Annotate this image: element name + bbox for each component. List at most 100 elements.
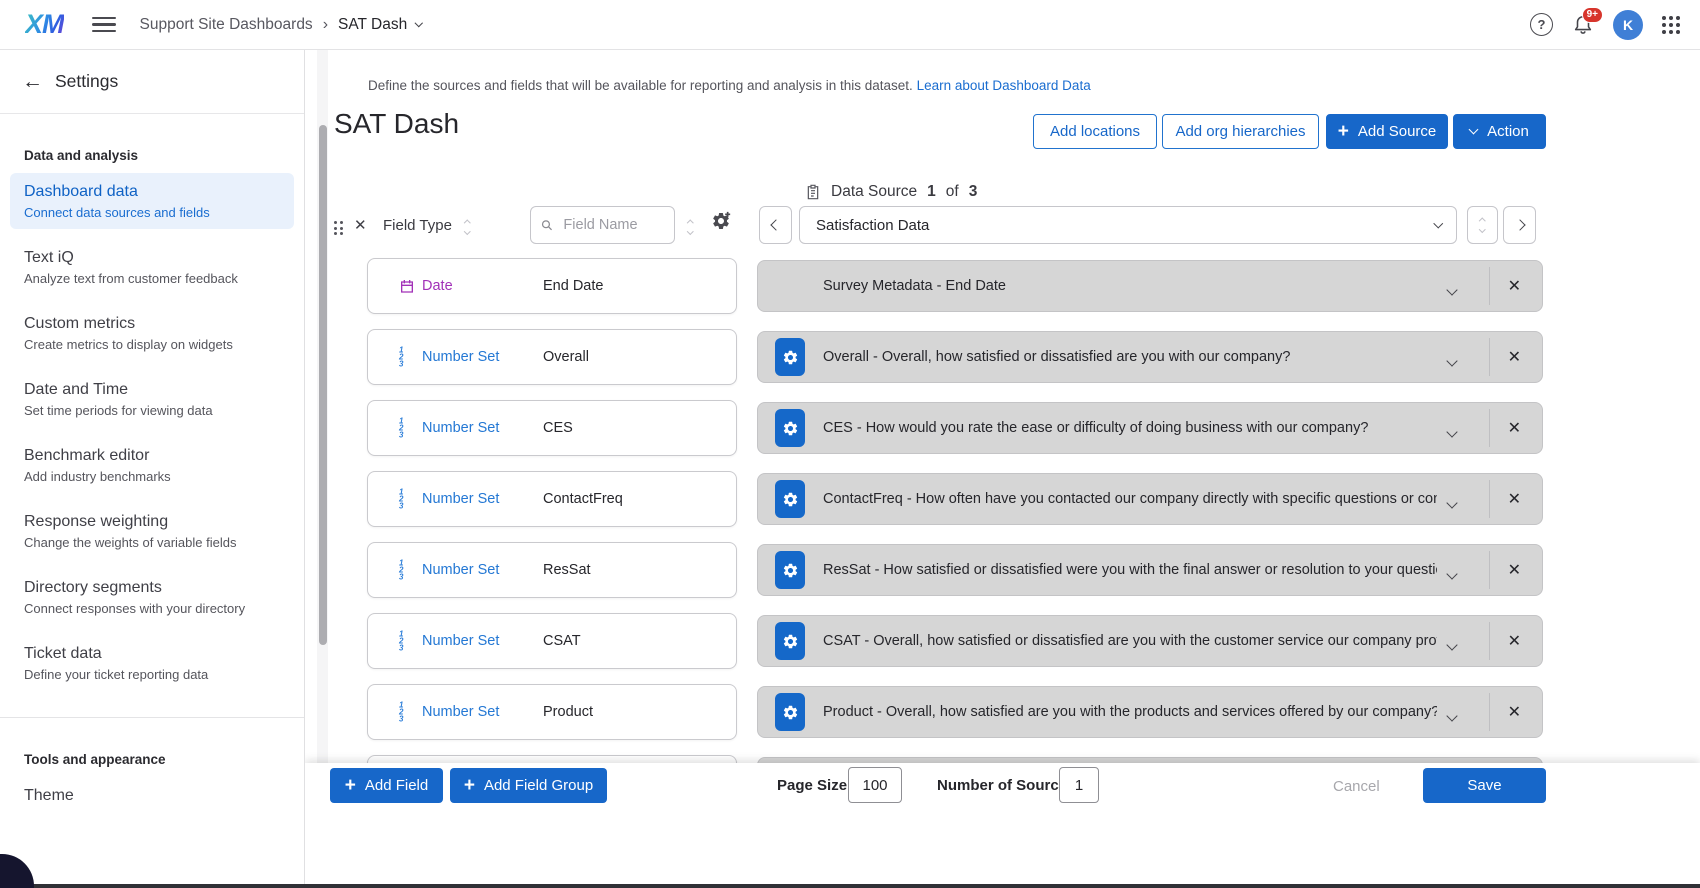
sidebar-item-benchmark-editor[interactable]: Benchmark editor Add industry benchmarks bbox=[10, 437, 294, 493]
field-type-label: Number Set bbox=[422, 562, 499, 578]
mapping-row[interactable]: CSAT - Overall, how satisfied or dissati… bbox=[757, 615, 1543, 667]
sidebar-item-title: Response weighting bbox=[24, 512, 280, 531]
search-input[interactable] bbox=[561, 216, 664, 234]
menu-icon[interactable] bbox=[92, 17, 116, 33]
mapping-label: CSAT - Overall, how satisfied or dissati… bbox=[823, 633, 1437, 649]
sidebar-item-ticket-data[interactable]: Ticket data Define your ticket reporting… bbox=[10, 635, 294, 691]
sidebar-item-dashboard-data[interactable]: Dashboard data Connect data sources and … bbox=[10, 173, 294, 229]
page-size-input[interactable] bbox=[848, 767, 902, 803]
remove-mapping-button[interactable]: ✕ bbox=[1502, 559, 1527, 581]
sort-field-name-icon[interactable] bbox=[688, 221, 693, 233]
field-card[interactable]: Number Set ContactFreq bbox=[367, 471, 737, 527]
chevron-down-icon[interactable] bbox=[1448, 636, 1456, 654]
add-field-group-label: Add Field Group bbox=[484, 777, 593, 794]
chevron-down-icon[interactable] bbox=[1448, 352, 1456, 370]
number-set-icon bbox=[399, 702, 403, 723]
chevron-right-icon bbox=[1514, 219, 1525, 230]
mapping-row[interactable]: Survey Metadata - End Date ✕ bbox=[757, 260, 1543, 312]
mapping-settings-button[interactable] bbox=[775, 409, 805, 447]
mapping-settings-button[interactable] bbox=[775, 693, 805, 731]
data-source-of: of bbox=[946, 183, 959, 201]
page-title: SAT Dash bbox=[334, 108, 459, 140]
number-set-icon bbox=[399, 631, 403, 652]
chevron-down-icon[interactable] bbox=[1448, 423, 1456, 441]
chevron-down-icon[interactable] bbox=[1448, 565, 1456, 583]
field-card[interactable]: Date End Date bbox=[367, 258, 737, 314]
remove-mapping-button[interactable]: ✕ bbox=[1502, 630, 1527, 652]
number-set-icon bbox=[399, 489, 403, 510]
mapping-row[interactable]: ContactFreq - How often have you contact… bbox=[757, 473, 1543, 525]
sidebar-item-subtitle: Connect responses with your directory bbox=[24, 601, 280, 616]
footer-bar: + Add Field + Add Field Group Page Size:… bbox=[305, 763, 1700, 888]
sidebar-item-date-and-time[interactable]: Date and Time Set time periods for viewi… bbox=[10, 371, 294, 427]
sidebar-item-title: Custom metrics bbox=[24, 314, 280, 333]
breadcrumb-parent[interactable]: Support Site Dashboards bbox=[140, 16, 313, 34]
field-card[interactable]: Number Set CSAT bbox=[367, 613, 737, 669]
breadcrumb-current[interactable]: SAT Dash bbox=[338, 16, 422, 34]
sidebar-item-title: Date and Time bbox=[24, 380, 280, 399]
avatar[interactable]: K bbox=[1613, 10, 1643, 40]
mapping-settings-button[interactable] bbox=[775, 480, 805, 518]
notifications-button[interactable]: 9+ bbox=[1572, 14, 1594, 36]
mapping-label: CES - How would you rate the ease or dif… bbox=[823, 420, 1437, 436]
field-card[interactable]: Number Set Overall bbox=[367, 329, 737, 385]
remove-mapping-button[interactable]: ✕ bbox=[1502, 275, 1527, 297]
learn-link[interactable]: Learn about Dashboard Data bbox=[917, 78, 1091, 93]
sidebar-item-title: Dashboard data bbox=[24, 182, 280, 201]
sidebar-item-subtitle: Define your ticket reporting data bbox=[24, 667, 280, 682]
mapping-row[interactable]: Overall - Overall, how satisfied or diss… bbox=[757, 331, 1543, 383]
data-source-select[interactable]: Satisfaction Data bbox=[799, 206, 1457, 244]
sidebar-item-directory-segments[interactable]: Directory segments Connect responses wit… bbox=[10, 569, 294, 625]
sidebar-item-custom-metrics[interactable]: Custom metrics Create metrics to display… bbox=[10, 305, 294, 361]
remove-mapping-button[interactable]: ✕ bbox=[1502, 346, 1527, 368]
save-button[interactable]: Save bbox=[1423, 768, 1546, 803]
sidebar-item-text-iq[interactable]: Text iQ Analyze text from customer feedb… bbox=[10, 239, 294, 295]
mapping-settings-button[interactable] bbox=[775, 622, 805, 660]
prev-source-button[interactable] bbox=[759, 206, 792, 244]
back-arrow-icon[interactable]: ← bbox=[22, 71, 43, 92]
add-field-group-button[interactable]: + Add Field Group bbox=[450, 768, 607, 803]
add-field-button[interactable]: + Add Field bbox=[330, 768, 443, 803]
field-card[interactable]: Number Set ResSat bbox=[367, 542, 737, 598]
reorder-source-button[interactable] bbox=[1467, 206, 1498, 244]
mapping-row[interactable]: CES - How would you rate the ease or dif… bbox=[757, 402, 1543, 454]
help-icon[interactable]: ? bbox=[1530, 13, 1553, 36]
remove-mapping-button[interactable]: ✕ bbox=[1502, 701, 1527, 723]
next-source-button[interactable] bbox=[1503, 206, 1536, 244]
cancel-button[interactable]: Cancel bbox=[1327, 777, 1386, 796]
divider bbox=[1489, 622, 1490, 660]
chevron-down-icon[interactable] bbox=[1448, 494, 1456, 512]
sidebar-item-theme[interactable]: Theme bbox=[10, 777, 294, 814]
clipboard-icon bbox=[805, 184, 821, 200]
mapping-row[interactable]: Product - Overall, how satisfied are you… bbox=[757, 686, 1543, 738]
remove-mapping-button[interactable]: ✕ bbox=[1502, 417, 1527, 439]
mapping-settings-button[interactable] bbox=[775, 551, 805, 589]
sort-field-type-icon[interactable] bbox=[465, 221, 470, 233]
list-settings-gear-icon[interactable] bbox=[711, 211, 731, 236]
gear-icon bbox=[782, 633, 799, 650]
chevron-down-icon[interactable] bbox=[1448, 707, 1456, 725]
chevron-down-icon[interactable] bbox=[1448, 281, 1456, 299]
number-of-sources-input[interactable] bbox=[1059, 767, 1099, 803]
add-locations-button[interactable]: Add locations bbox=[1033, 114, 1157, 149]
field-card[interactable]: Number Set Product bbox=[367, 684, 737, 740]
mapping-settings-button[interactable] bbox=[775, 338, 805, 376]
field-card[interactable]: Number Set CES bbox=[367, 400, 737, 456]
main-content: Define the sources and fields that will … bbox=[305, 50, 1700, 888]
settings-sidebar: ← Settings Data and analysis Dashboard d… bbox=[0, 50, 305, 888]
drag-handle-icon[interactable] bbox=[334, 221, 343, 235]
notification-badge: 9+ bbox=[1582, 7, 1603, 23]
action-button[interactable]: Action bbox=[1453, 114, 1546, 149]
close-icon[interactable]: ✕ bbox=[354, 216, 367, 234]
apps-grid-icon[interactable] bbox=[1662, 16, 1680, 34]
sidebar-item-response-weighting[interactable]: Response weighting Change the weights of… bbox=[10, 503, 294, 559]
mapping-label: Overall - Overall, how satisfied or diss… bbox=[823, 349, 1437, 365]
add-org-hierarchies-button[interactable]: Add org hierarchies bbox=[1162, 114, 1319, 149]
remove-mapping-button[interactable]: ✕ bbox=[1502, 488, 1527, 510]
field-type-column-header[interactable]: Field Type bbox=[383, 217, 452, 234]
xm-logo[interactable]: XM bbox=[25, 9, 64, 40]
add-source-button[interactable]: + Add Source bbox=[1326, 114, 1448, 149]
field-name-search bbox=[530, 206, 675, 244]
mapping-row[interactable]: ResSat - How satisfied or dissatisfied w… bbox=[757, 544, 1543, 596]
scrollbar-thumb[interactable] bbox=[319, 125, 327, 645]
